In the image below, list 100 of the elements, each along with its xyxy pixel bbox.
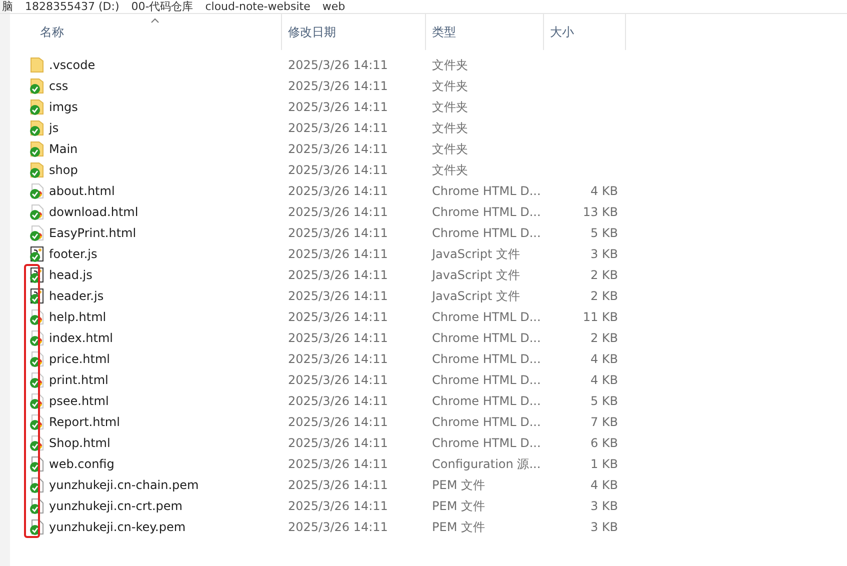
file-name[interactable]: Main xyxy=(49,140,78,158)
modified-date: 2025/3/26 14:11 xyxy=(287,182,389,200)
modified-date: 2025/3/26 14:11 xyxy=(287,246,389,262)
column-header[interactable]: 名称 xyxy=(28,14,282,50)
file-name[interactable]: yunzhukeji.cn-key.pem xyxy=(49,518,186,536)
file-type: JavaScript 文件 xyxy=(430,288,521,304)
breadcrumb-item[interactable]: 脑 xyxy=(2,0,13,13)
file-name[interactable]: imgs xyxy=(49,98,78,116)
modified-date: 2025/3/26 14:11 xyxy=(287,224,389,242)
file-type: JavaScript 文件 xyxy=(430,246,521,262)
file-name[interactable]: index.html xyxy=(49,328,113,346)
file-type: 文件夹 xyxy=(431,140,469,158)
file-size: 2 KB xyxy=(589,266,618,284)
modified-date: 2025/3/26 14:11 xyxy=(287,518,389,536)
file-size: 1 KB xyxy=(589,456,618,472)
column-label: 名称 xyxy=(40,24,64,41)
file-type: Chrome HTML D... xyxy=(431,392,542,410)
file-type: Configuration 源... xyxy=(431,456,542,472)
file-name[interactable]: psee.html xyxy=(49,392,109,410)
file-type: PEM 文件 xyxy=(431,498,486,514)
modified-date: 2025/3/26 14:11 xyxy=(287,476,389,494)
file-type: 文件夹 xyxy=(431,98,469,116)
file-size: 4 KB xyxy=(589,182,618,200)
breadcrumb-item[interactable]: 00-代码仓库 xyxy=(131,0,194,13)
modified-date: 2025/3/26 14:11 xyxy=(287,266,389,284)
modified-date: 2025/3/26 14:11 xyxy=(287,392,389,410)
file-size: 6 KB xyxy=(589,434,618,452)
file-name[interactable]: help.html xyxy=(49,308,106,326)
file-type: Chrome HTML D... xyxy=(431,330,542,346)
file-size: 7 KB xyxy=(589,414,618,430)
file-name[interactable]: js xyxy=(49,118,59,136)
file-size: 5 KB xyxy=(589,392,618,410)
file-name[interactable]: Report.html xyxy=(49,412,120,430)
modified-date: 2025/3/26 14:11 xyxy=(287,56,389,74)
file-size: 4 KB xyxy=(589,372,618,388)
file-name[interactable]: EasyPrint.html xyxy=(49,224,136,242)
modified-date: 2025/3/26 14:11 xyxy=(287,78,389,94)
modified-date: 2025/3/26 14:11 xyxy=(287,288,389,304)
modified-date: 2025/3/26 14:11 xyxy=(287,204,389,220)
modified-date: 2025/3/26 14:11 xyxy=(287,98,389,116)
column-label: 修改日期 xyxy=(288,24,336,41)
file-size: 3 KB xyxy=(589,246,618,262)
modified-date: 2025/3/26 14:11 xyxy=(287,162,389,178)
modified-date: 2025/3/26 14:11 xyxy=(287,498,389,514)
file-name[interactable]: web.config xyxy=(49,454,114,472)
file-name[interactable]: price.html xyxy=(49,350,110,368)
modified-date: 2025/3/26 14:11 xyxy=(287,414,389,430)
file-size: 5 KB xyxy=(589,224,618,242)
file-type: JavaScript 文件 xyxy=(430,266,521,284)
file-type: Chrome HTML D... xyxy=(431,434,542,452)
file-name[interactable]: head.js xyxy=(49,266,92,284)
breadcrumb-item[interactable]: cloud-note-website xyxy=(205,0,310,13)
file-type: Chrome HTML D... xyxy=(431,224,542,242)
file-name[interactable]: css xyxy=(49,76,68,94)
file-size: 2 KB xyxy=(589,288,618,304)
column-label: 类型 xyxy=(432,24,456,41)
file-size: 3 KB xyxy=(589,518,618,536)
file-type: 文件夹 xyxy=(431,56,469,74)
column-header[interactable]: 大小 xyxy=(544,14,626,50)
breadcrumb-item[interactable]: 1828355437 (D:) xyxy=(25,0,120,13)
file-name[interactable]: Shop.html xyxy=(49,434,110,452)
file-name[interactable]: yunzhukeji.cn-chain.pem xyxy=(49,476,199,494)
file-name[interactable]: footer.js xyxy=(49,244,98,262)
file-type: 文件夹 xyxy=(431,120,469,136)
modified-date: 2025/3/26 14:11 xyxy=(287,372,389,388)
file-type: PEM 文件 xyxy=(431,518,486,536)
modified-date: 2025/3/26 14:11 xyxy=(287,434,389,452)
column-label: 大小 xyxy=(550,24,574,41)
sort-caret-icon xyxy=(150,18,158,23)
file-name[interactable]: about.html xyxy=(49,182,115,200)
file-type: Chrome HTML D... xyxy=(431,350,542,368)
file-type: 文件夹 xyxy=(431,78,469,94)
modified-date: 2025/3/26 14:11 xyxy=(287,456,389,472)
column-header[interactable]: 修改日期 xyxy=(282,14,426,50)
file-name[interactable]: .vscode xyxy=(49,56,96,74)
modified-date: 2025/3/26 14:11 xyxy=(287,140,389,158)
file-type: Chrome HTML D... xyxy=(431,372,542,388)
file-name[interactable]: download.html xyxy=(49,202,138,220)
file-type: 文件夹 xyxy=(431,162,469,178)
file-name[interactable]: print.html xyxy=(49,370,108,388)
modified-date: 2025/3/26 14:11 xyxy=(287,120,389,136)
modified-date: 2025/3/26 14:11 xyxy=(287,350,389,368)
file-size: 4 KB xyxy=(589,476,618,494)
file-size: 11 KB xyxy=(582,308,618,326)
file-size: 3 KB xyxy=(589,498,618,514)
modified-date: 2025/3/26 14:11 xyxy=(287,330,389,346)
file-name[interactable]: header.js xyxy=(49,286,104,304)
modified-date: 2025/3/26 14:11 xyxy=(287,308,389,326)
file-type: PEM 文件 xyxy=(431,476,486,494)
file-type: Chrome HTML D... xyxy=(431,204,542,220)
file-name[interactable]: shop xyxy=(49,160,78,178)
file-size: 4 KB xyxy=(589,350,618,368)
column-header[interactable]: 类型 xyxy=(426,14,544,50)
folder-icon xyxy=(30,56,44,72)
file-name[interactable]: yunzhukeji.cn-crt.pem xyxy=(49,496,182,514)
file-type: Chrome HTML D... xyxy=(431,414,542,430)
file-size: 2 KB xyxy=(589,330,618,346)
file-type: Chrome HTML D... xyxy=(431,308,542,326)
breadcrumb-item[interactable]: web xyxy=(322,0,346,13)
file-type: Chrome HTML D... xyxy=(431,182,542,200)
